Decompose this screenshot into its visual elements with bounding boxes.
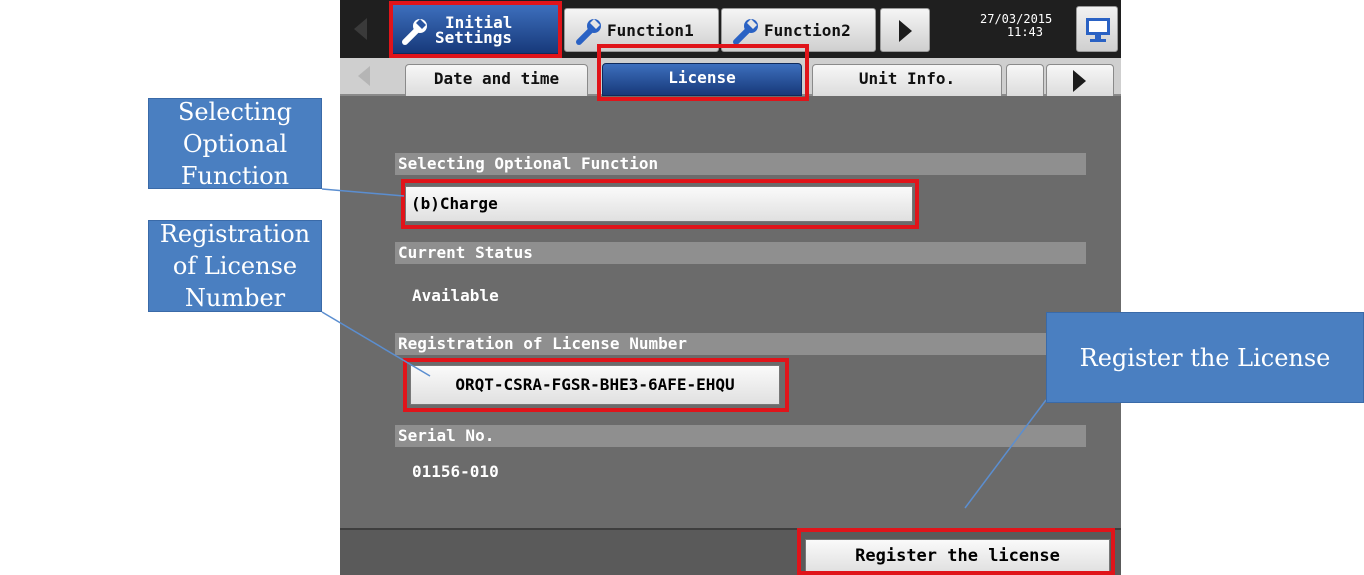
date-time-display: 27/03/2015 11:43 (980, 13, 1052, 39)
footer-bar: Register the license (340, 528, 1121, 575)
initial-settings-button[interactable]: Initial Settings (390, 4, 560, 54)
next-menu-button[interactable] (880, 8, 930, 52)
tab-license[interactable]: License (602, 63, 802, 96)
arrow-right-icon (1073, 70, 1086, 92)
section-header-serial-no: Serial No. (395, 425, 1086, 447)
monitor-button[interactable] (1076, 6, 1118, 52)
function1-button[interactable]: Function1 (564, 8, 719, 52)
function2-label: Function2 (764, 21, 851, 40)
top-bar: Initial Settings Function1 Function2 27/… (340, 0, 1121, 58)
tab-blank[interactable] (1006, 64, 1044, 96)
callout-register-the-license: Register the License (1046, 312, 1364, 403)
function1-label: Function1 (607, 21, 694, 40)
prev-menu-arrow-icon[interactable] (354, 18, 367, 40)
next-tab-button[interactable] (1046, 64, 1114, 96)
callout-selecting-optional-function: Selecting Optional Function (148, 98, 322, 190)
wrench-icon (576, 19, 601, 45)
current-status-value: Available (412, 286, 499, 305)
function2-button[interactable]: Function2 (721, 8, 876, 52)
time-text: 11:43 (1006, 25, 1043, 39)
initial-settings-line2: Settings (435, 28, 513, 47)
prev-tab-arrow-icon[interactable] (358, 66, 370, 86)
tab-date-and-time[interactable]: Date and time (405, 64, 588, 96)
license-number-input[interactable]: ORQT-CSRA-FGSR-BHE3-6AFE-EHQU (410, 365, 780, 405)
register-license-button[interactable]: Register the license (805, 539, 1110, 573)
callout-registration-license-number: Registration of License Number (148, 220, 322, 312)
sub-tab-row: Date and time License Unit Info. (340, 58, 1121, 96)
section-header-optional-function: Selecting Optional Function (395, 153, 1086, 175)
optional-function-select[interactable]: (b)Charge (405, 186, 913, 222)
section-header-license-number: Registration of License Number (395, 333, 1086, 355)
serial-no-value: 01156-010 (412, 462, 499, 481)
monitor-icon (1086, 18, 1110, 42)
device-screen: Initial Settings Function1 Function2 27/… (340, 0, 1121, 575)
arrow-right-icon (899, 20, 912, 42)
section-header-current-status: Current Status (395, 242, 1086, 264)
wrench-icon (733, 19, 758, 45)
tab-unit-info[interactable]: Unit Info. (812, 64, 1002, 96)
wrench-icon (402, 19, 427, 45)
